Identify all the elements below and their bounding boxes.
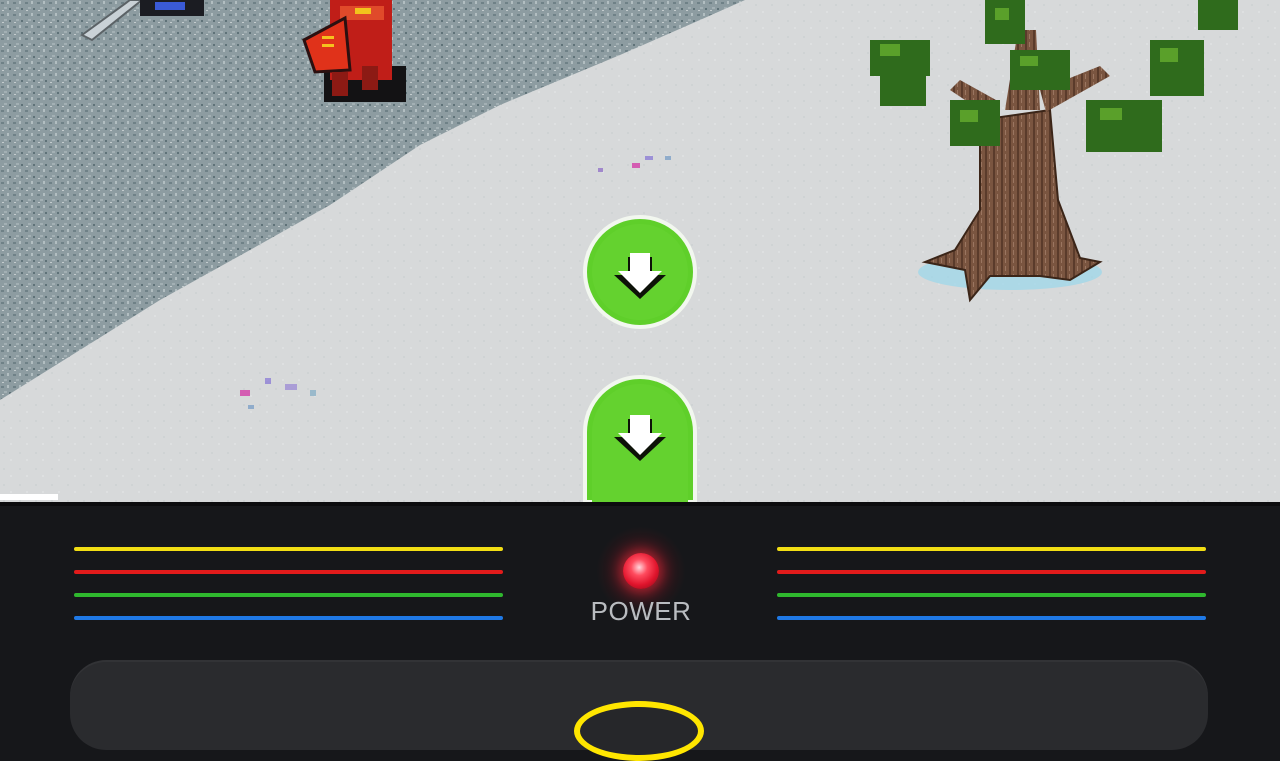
map-scale-marker <box>0 494 58 500</box>
stripe-yellow <box>777 547 1206 551</box>
stripe-red <box>777 570 1206 574</box>
stripe-red <box>74 570 503 574</box>
power-indicator: POWER <box>560 526 722 646</box>
move-down-button[interactable] <box>583 213 697 331</box>
right-color-stripes <box>777 547 1206 639</box>
stripe-yellow <box>74 547 503 551</box>
stripe-green <box>777 593 1206 597</box>
left-color-stripes <box>74 547 503 639</box>
power-led <box>623 553 659 589</box>
move-down-button-secondary[interactable] <box>583 375 697 502</box>
stripe-green <box>74 593 503 597</box>
power-label: POWER <box>590 596 692 626</box>
controller-console: POWER <box>0 502 1280 750</box>
stripe-blue <box>777 616 1206 620</box>
action-button-yellow[interactable] <box>574 701 704 761</box>
game-viewport[interactable] <box>0 0 1280 502</box>
stripe-blue <box>74 616 503 620</box>
